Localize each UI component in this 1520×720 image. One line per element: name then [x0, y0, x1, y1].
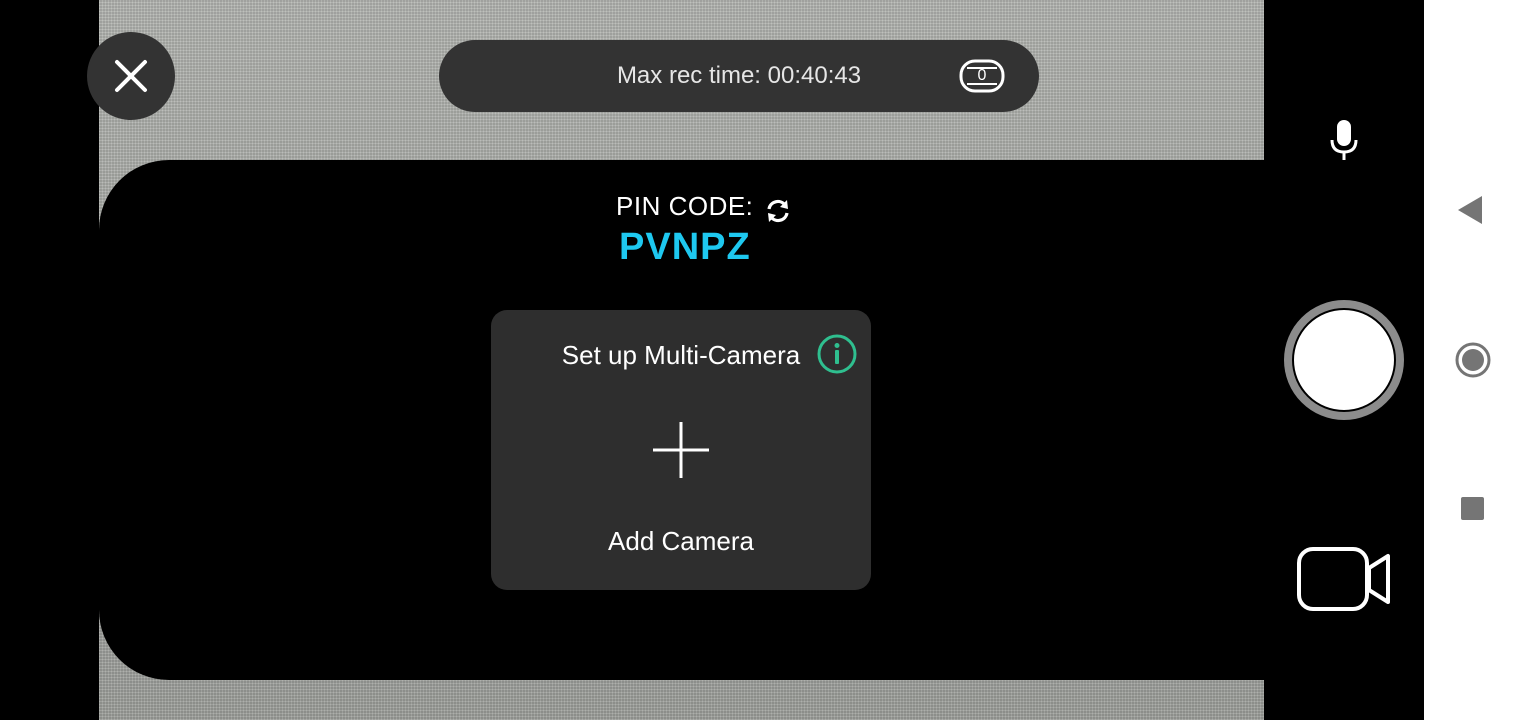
home-circle-icon [1455, 342, 1491, 378]
info-icon [817, 334, 857, 374]
pin-code-label: PIN CODE: [616, 191, 754, 221]
nav-back-button[interactable] [1458, 196, 1482, 228]
close-icon [115, 60, 147, 92]
back-triangle-icon [1458, 196, 1482, 224]
multi-camera-card: Set up Multi-Camera Add Camera [491, 310, 871, 590]
left-black-bar [0, 0, 99, 720]
recording-info-pill: Max rec time: 00:40:43 0 [439, 40, 1039, 112]
video-mode-button[interactable] [1296, 546, 1392, 618]
pin-code-value: PVNPZ [619, 226, 751, 268]
record-shutter [1292, 308, 1396, 412]
info-button[interactable] [817, 334, 857, 378]
close-button[interactable] [87, 32, 175, 120]
nav-home-button[interactable] [1455, 342, 1491, 382]
add-camera-button[interactable] [653, 422, 709, 482]
plus-icon [653, 422, 709, 478]
max-rec-time: Max rec time: 00:40:43 [616, 62, 862, 89]
microphone-button[interactable] [1330, 118, 1358, 166]
record-shutter-button[interactable] [1284, 300, 1404, 420]
microphone-icon [1330, 120, 1358, 160]
add-camera-label[interactable]: Add Camera [491, 526, 871, 557]
clip-counter-value: 0 [977, 67, 987, 84]
refresh-pin-button[interactable] [764, 197, 792, 229]
recents-square-icon[interactable] [1461, 497, 1484, 520]
clip-counter-badge[interactable]: 0 [959, 59, 1005, 93]
multi-camera-title: Set up Multi-Camera [561, 340, 801, 370]
refresh-icon [767, 199, 789, 223]
video-camera-icon [1297, 547, 1390, 611]
